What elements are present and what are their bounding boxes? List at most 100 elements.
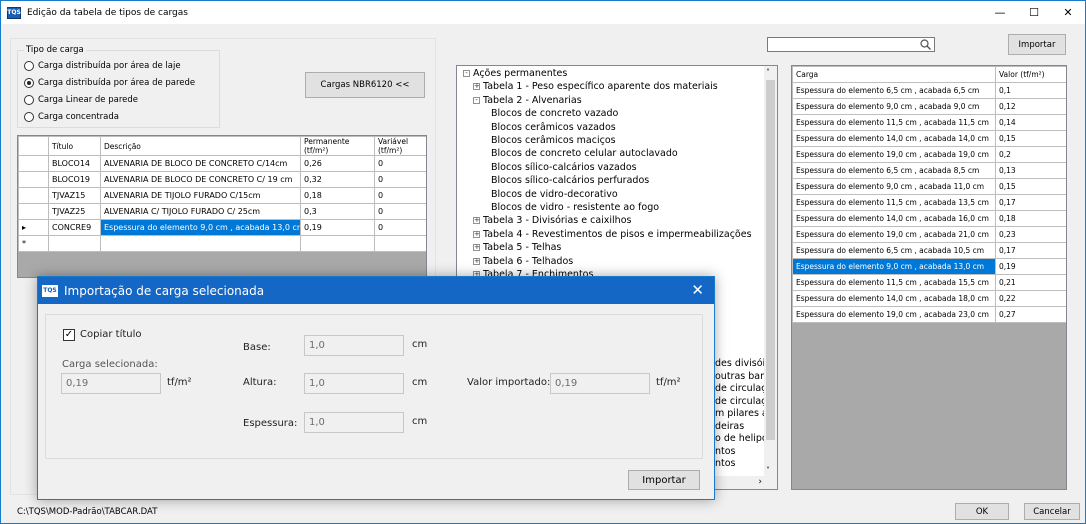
table-cell[interactable]: CONCRE9: [48, 219, 101, 236]
table-row[interactable]: Espessura do elemento 6,5 cm , acabada 6…: [792, 82, 1066, 99]
tree-item[interactable]: + Tabela 1 - Peso específico aparente dos…: [473, 81, 718, 92]
table-cell[interactable]: 0,2: [995, 146, 1066, 163]
table-cell[interactable]: [374, 235, 426, 252]
tree-item-partial[interactable]: ntos: [715, 446, 736, 457]
table-cell[interactable]: 0: [374, 203, 426, 220]
table-row[interactable]: BLOCO14 ALVENARIA DE BLOCO DE CONCRETO C/…: [18, 155, 426, 172]
radio-icon[interactable]: [24, 112, 34, 122]
table-cell[interactable]: Espessura do elemento 14,0 cm , acabada …: [792, 210, 996, 227]
tree-item[interactable]: Blocos de vidro-decorativo: [491, 189, 618, 200]
tree-item[interactable]: Blocos de concreto vazado: [491, 108, 618, 119]
table-cell[interactable]: BLOCO19: [48, 171, 101, 188]
expand-icon[interactable]: +: [473, 257, 480, 265]
new-row[interactable]: *: [18, 235, 426, 252]
table-cell[interactable]: Espessura do elemento 9,0 cm , acabada 1…: [792, 178, 996, 195]
table-row[interactable]: Espessura do elemento 14,0 cm , acabada …: [792, 130, 1066, 147]
table-cell[interactable]: 0,18: [300, 187, 375, 204]
table-cell[interactable]: TJVAZ15: [48, 187, 101, 204]
copiar-titulo-checkbox[interactable]: ✓: [63, 329, 75, 341]
table-row[interactable]: Espessura do elemento 14,0 cm , acabada …: [792, 290, 1066, 307]
table-cell[interactable]: 0,1: [995, 82, 1066, 99]
row-header[interactable]: [18, 203, 49, 220]
cargas-nbr-button[interactable]: Cargas NBR6120 <<: [305, 72, 425, 98]
table-cell[interactable]: Espessura do elemento 9,0 cm , acabada 1…: [792, 258, 996, 275]
table-cell[interactable]: ALVENARIA DE BLOCO DE CONCRETO C/14cm: [100, 155, 301, 172]
table-cell[interactable]: 0,18: [995, 210, 1066, 227]
table-cell[interactable]: 0,14: [995, 114, 1066, 131]
tree-item[interactable]: + Tabela 3 - Divisórias e caixilhos: [473, 215, 631, 226]
tree-item[interactable]: Blocos de vidro - resistente ao fogo: [491, 202, 659, 213]
table-row[interactable]: Espessura do elemento 11,5 cm , acabada …: [792, 114, 1066, 131]
table-cell[interactable]: 0,23: [995, 226, 1066, 243]
table-cell[interactable]: 0,15: [995, 130, 1066, 147]
collapse-icon[interactable]: -: [463, 70, 470, 77]
table-row[interactable]: Espessura do elemento 6,5 cm , acabada 8…: [792, 162, 1066, 179]
tree-scrollbar[interactable]: ˄ ˅: [764, 66, 777, 489]
table-cell[interactable]: 0,19: [995, 258, 1066, 275]
table-cell[interactable]: 0,3: [300, 203, 375, 220]
table-cell[interactable]: 0: [374, 219, 426, 236]
tree-item-partial[interactable]: de circulaç: [715, 396, 766, 407]
table-row[interactable]: Espessura do elemento 19,0 cm , acabada …: [792, 306, 1066, 323]
expand-icon[interactable]: +: [473, 230, 480, 238]
collapse-icon[interactable]: -: [473, 96, 480, 104]
table-row[interactable]: BLOCO19 ALVENARIA DE BLOCO DE CONCRETO C/…: [18, 171, 426, 188]
close-button[interactable]: ✕: [1051, 1, 1085, 24]
table-cell[interactable]: 0,27: [995, 306, 1066, 323]
expand-icon[interactable]: +: [473, 217, 480, 225]
tree-item-partial[interactable]: ntos: [715, 458, 736, 469]
scroll-right-icon[interactable]: ›: [758, 477, 762, 487]
importar-dialog-button[interactable]: Importar: [628, 470, 700, 490]
table-cell[interactable]: 0,17: [995, 194, 1066, 211]
scroll-down-icon[interactable]: ˅: [766, 466, 770, 475]
table-cell[interactable]: 0: [374, 171, 426, 188]
row-header[interactable]: [18, 155, 49, 172]
tree-item[interactable]: + Tabela 4 - Revestimentos de pisos e imp…: [473, 229, 752, 240]
radio-icon[interactable]: [24, 78, 34, 88]
table-cell[interactable]: ALVENARIA DE TIJOLO FURADO C/15cm: [100, 187, 301, 204]
table-cell[interactable]: Espessura do elemento 14,0 cm , acabada …: [792, 130, 996, 147]
table-cell[interactable]: Espessura do elemento 19,0 cm , acabada …: [792, 226, 996, 243]
row-header[interactable]: [18, 171, 49, 188]
table-cell[interactable]: 0,12: [995, 98, 1066, 115]
importar-top-button[interactable]: Importar: [1008, 34, 1066, 55]
table-cell[interactable]: 0,17: [995, 242, 1066, 259]
table-cell[interactable]: 0: [374, 187, 426, 204]
table-cell[interactable]: 0,13: [995, 162, 1066, 179]
minimize-button[interactable]: —: [983, 1, 1017, 24]
table-cell[interactable]: 0: [374, 155, 426, 172]
table-row[interactable]: Espessura do elemento 19,0 cm , acabada …: [792, 146, 1066, 163]
table-cell[interactable]: 0,15: [995, 178, 1066, 195]
col-header-variavel[interactable]: Variável (tf/m²): [374, 136, 426, 156]
table-cell[interactable]: TJVAZ25: [48, 203, 101, 220]
tree-item-partial[interactable]: m pilares a: [715, 408, 768, 419]
col-header-titulo[interactable]: Título: [48, 136, 101, 156]
tree-item-partial[interactable]: de circulaç: [715, 383, 766, 394]
table-cell[interactable]: 0,22: [995, 290, 1066, 307]
tree-item[interactable]: Blocos sílico-calcários vazados: [491, 162, 637, 173]
scroll-up-icon[interactable]: ˄: [766, 68, 770, 77]
radio-carga-concentrada[interactable]: Carga concentrada: [24, 112, 119, 122]
row-header[interactable]: [18, 187, 49, 204]
tree-item[interactable]: Blocos de concreto celular autoclavado: [491, 148, 678, 159]
table-cell[interactable]: Espessura do elemento 6,5 cm , acabada 8…: [792, 162, 996, 179]
table-cell[interactable]: Espessura do elemento 6,5 cm , acabada 1…: [792, 242, 996, 259]
expand-icon[interactable]: +: [473, 83, 480, 91]
search-icon[interactable]: [920, 39, 931, 53]
table-cell[interactable]: [300, 235, 375, 252]
table-cell[interactable]: Espessura do elemento 11,5 cm , acabada …: [792, 274, 996, 291]
ok-button[interactable]: OK: [955, 503, 1009, 520]
table-row[interactable]: ▸ CONCRE9 Espessura do elemento 9,0 cm , a…: [18, 219, 426, 236]
radio-icon[interactable]: [24, 61, 34, 71]
table-row[interactable]: Espessura do elemento 6,5 cm , acabada 1…: [792, 242, 1066, 259]
table-cell[interactable]: 0,32: [300, 171, 375, 188]
table-row[interactable]: Espessura do elemento 9,0 cm , acabada 1…: [792, 178, 1066, 195]
table-cell[interactable]: BLOCO14: [48, 155, 101, 172]
table-row[interactable]: Espessura do elemento 9,0 cm , acabada 1…: [792, 258, 1066, 275]
radio-carga-linear[interactable]: Carga Linear de parede: [24, 95, 138, 105]
tree-item[interactable]: Blocos sílico-calcários perfurados: [491, 175, 649, 186]
table-row[interactable]: Espessura do elemento 11,5 cm , acabada …: [792, 194, 1066, 211]
search-input[interactable]: [767, 37, 935, 52]
table-cell[interactable]: Espessura do elemento 9,0 cm , acabada 1…: [100, 219, 301, 236]
table-row[interactable]: TJVAZ15 ALVENARIA DE TIJOLO FURADO C/15cm…: [18, 187, 426, 204]
